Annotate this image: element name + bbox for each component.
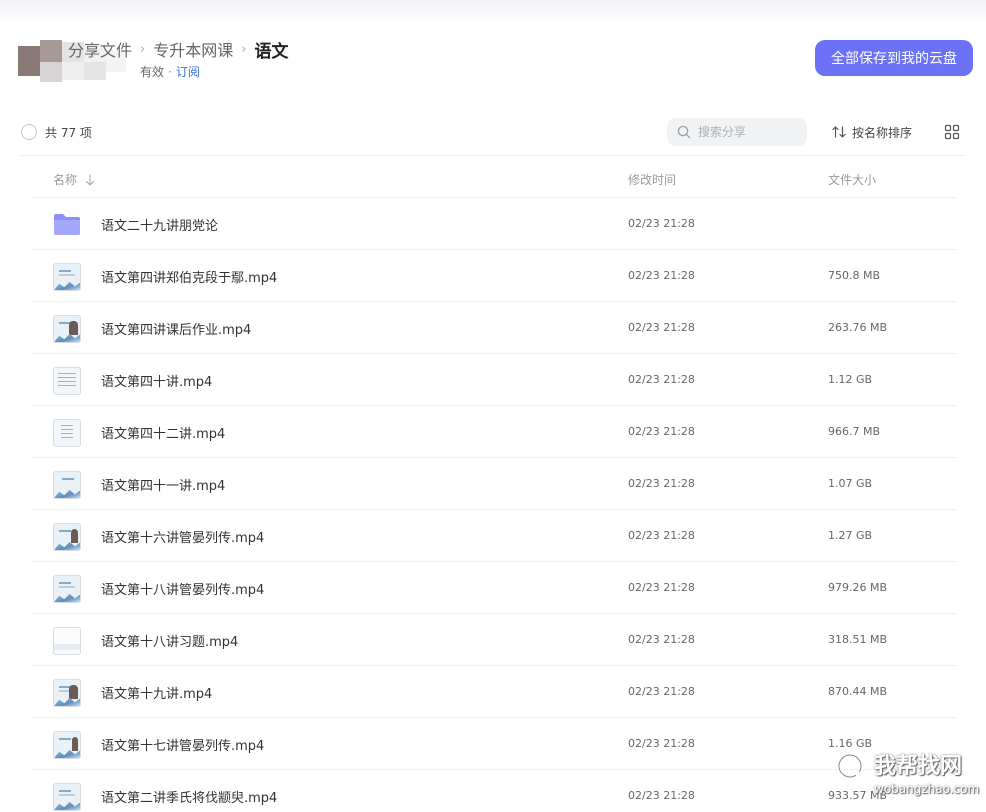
- breadcrumb-root[interactable]: 分享文件: [68, 37, 132, 61]
- file-modified: 02/23 21:28: [628, 321, 695, 334]
- sort-button[interactable]: 按名称排序: [832, 123, 912, 141]
- table-row[interactable]: 语文第十八讲管晏列传.mp4 02/23 21:28 979.26 MB: [33, 562, 956, 614]
- table-row[interactable]: 语文第四十二讲.mp4 02/23 21:28 966.7 MB: [33, 406, 956, 458]
- video-thumbnail-icon: [53, 783, 81, 811]
- breadcrumb: 分享文件 › 专升本网课 › 语文: [68, 37, 289, 62]
- file-modified: 02/23 21:28: [628, 737, 695, 750]
- validity-text: 有效: [140, 65, 165, 79]
- table-row[interactable]: 语文第四十讲.mp4 02/23 21:28 1.12 GB: [33, 354, 956, 406]
- search-input[interactable]: [698, 123, 798, 141]
- column-modified[interactable]: 修改时间: [628, 171, 676, 188]
- breadcrumb-current: 语文: [254, 41, 289, 62]
- file-name: 语文第十八讲习题.mp4: [101, 635, 239, 650]
- file-size: 750.8 MB: [828, 269, 881, 282]
- file-size: 1.07 GB: [828, 477, 873, 490]
- video-thumbnail-icon: [53, 263, 81, 291]
- subscribe-link[interactable]: 订阅: [176, 65, 200, 79]
- table-row[interactable]: 语文第十六讲管晏列传.mp4 02/23 21:28 1.27 GB: [33, 510, 956, 562]
- file-modified: 02/23 21:28: [628, 217, 695, 230]
- video-thumbnail-icon: [53, 367, 81, 395]
- table-header: 名称 修改时间 文件大小: [33, 168, 956, 190]
- arrow-down-icon: [85, 173, 95, 186]
- table-row[interactable]: 语文第二讲季氏将伐颛臾.mp4 02/23 21:28 933.57 MB: [33, 770, 956, 812]
- file-modified: 02/23 21:28: [628, 425, 695, 438]
- video-thumbnail-icon: [53, 523, 81, 551]
- file-size: 979.26 MB: [828, 581, 888, 594]
- file-name: 语文第四讲课后作业.mp4: [101, 323, 252, 338]
- file-modified: 02/23 21:28: [628, 477, 695, 490]
- column-name[interactable]: 名称: [53, 171, 95, 188]
- column-size[interactable]: 文件大小: [828, 171, 876, 188]
- top-bar-shadow: [0, 0, 986, 22]
- file-modified: 02/23 21:28: [628, 581, 695, 594]
- folder-icon: [54, 214, 80, 235]
- table-row[interactable]: 语文第十九讲.mp4 02/23 21:28 870.44 MB: [33, 666, 956, 718]
- table-row[interactable]: 语文二十九讲朋党论 02/23 21:28: [33, 198, 956, 250]
- grid-view-icon[interactable]: [944, 124, 960, 140]
- save-all-button[interactable]: 全部保存到我的云盘: [815, 40, 973, 76]
- file-modified: 02/23 21:28: [628, 685, 695, 698]
- file-size: 966.7 MB: [828, 425, 881, 438]
- file-name: 语文二十九讲朋党论: [101, 219, 219, 234]
- video-thumbnail-icon: [53, 627, 81, 655]
- search-icon: [677, 125, 691, 139]
- video-thumbnail-icon: [53, 679, 81, 707]
- video-thumbnail-icon: [53, 575, 81, 603]
- file-size: 1.27 GB: [828, 529, 873, 542]
- watermark-brand: 我帮找网: [874, 754, 963, 779]
- table-row[interactable]: 语文第四讲郑伯克段于鄢.mp4 02/23 21:28 750.8 MB: [33, 250, 956, 302]
- file-name: 语文第四十一讲.mp4: [101, 479, 226, 494]
- table-row[interactable]: 语文第十八讲习题.mp4 02/23 21:28 318.51 MB: [33, 614, 956, 666]
- file-modified: 02/23 21:28: [628, 269, 695, 282]
- watermark: 我帮找网 wobangzhao.com: [830, 744, 980, 808]
- meta-dot: ·: [168, 65, 172, 79]
- magnifier-logo-icon: [837, 753, 873, 789]
- table-row[interactable]: 语文第四讲课后作业.mp4 02/23 21:28 263.76 MB: [33, 302, 956, 354]
- file-size: 870.44 MB: [828, 685, 888, 698]
- breadcrumb-separator: ›: [241, 41, 247, 57]
- file-name: 语文第十九讲.mp4: [101, 687, 213, 702]
- file-size: 263.76 MB: [828, 321, 888, 334]
- file-modified: 02/23 21:28: [628, 373, 695, 386]
- table-row[interactable]: 语文第四十一讲.mp4 02/23 21:28 1.07 GB: [33, 458, 956, 510]
- file-size: 1.12 GB: [828, 373, 873, 386]
- watermark-url: wobangzhao.com: [874, 782, 980, 796]
- file-size: 318.51 MB: [828, 633, 888, 646]
- video-thumbnail-icon: [53, 731, 81, 759]
- file-name: 语文第四十二讲.mp4: [101, 427, 226, 442]
- video-thumbnail-icon: [53, 471, 81, 499]
- file-name: 语文第四十讲.mp4: [101, 375, 213, 390]
- toolbar: 共 77 项 按名称排序: [20, 118, 966, 146]
- item-count: 共 77 项: [45, 126, 92, 140]
- sort-label: 按名称排序: [852, 125, 913, 140]
- sort-icon: [832, 126, 846, 138]
- column-name-label: 名称: [53, 173, 78, 187]
- file-name: 语文第十六讲管晏列传.mp4: [101, 531, 265, 546]
- table-row[interactable]: 语文第十七讲管晏列传.mp4 02/23 21:28 1.16 GB: [33, 718, 956, 770]
- file-name: 语文第四讲郑伯克段于鄢.mp4: [101, 271, 278, 286]
- file-modified: 02/23 21:28: [628, 529, 695, 542]
- file-modified: 02/23 21:28: [628, 789, 695, 802]
- video-thumbnail-icon: [53, 419, 81, 447]
- select-all-checkbox[interactable]: [21, 124, 37, 140]
- share-meta: 有效 · 订阅: [140, 63, 200, 80]
- breadcrumb-parent[interactable]: 专升本网课: [153, 37, 233, 61]
- video-thumbnail-icon: [53, 315, 81, 343]
- search-box[interactable]: [667, 118, 807, 146]
- file-name: 语文第十八讲管晏列传.mp4: [101, 583, 265, 598]
- file-name: 语文第十七讲管晏列传.mp4: [101, 739, 265, 754]
- file-name: 语文第二讲季氏将伐颛臾.mp4: [101, 791, 278, 806]
- breadcrumb-separator: ›: [140, 41, 146, 57]
- file-modified: 02/23 21:28: [628, 633, 695, 646]
- file-list: 语文二十九讲朋党论 02/23 21:28 语文第四讲郑伯克段于鄢.mp4 02…: [33, 198, 956, 812]
- toolbar-divider: [20, 155, 966, 156]
